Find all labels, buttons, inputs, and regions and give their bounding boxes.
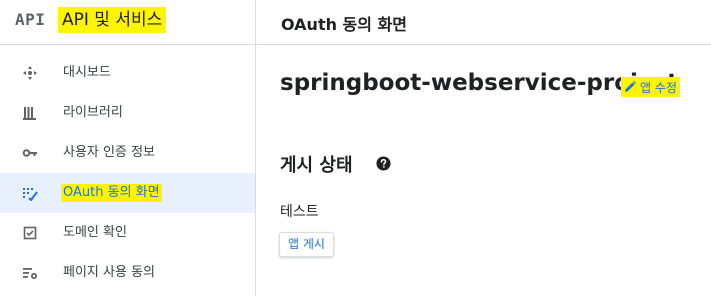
consent-icon (22, 185, 38, 201)
sidebar-item-label: 도메인 확인 (63, 225, 127, 240)
dashboard-icon (22, 65, 38, 81)
main-header: OAuth 동의 화면 (257, 0, 711, 45)
pencil-icon (625, 81, 636, 92)
sidebar-item-label: 페이지 사용 동의 (63, 265, 155, 280)
sidebar-item-label: OAuth 동의 화면 (61, 184, 162, 202)
sidebar-item-page-usage-agreement[interactable]: 페이지 사용 동의 (0, 253, 255, 293)
project-name: springboot-webservice-project (280, 70, 679, 96)
sidebar-nav: 대시보드 라이브러리 사용자 인증 정보 OAuth 동의 화면 도메인 확인 (0, 53, 255, 293)
library-icon (22, 105, 38, 121)
help-icon[interactable] (376, 156, 391, 171)
domain-check-icon (22, 225, 38, 241)
sidebar-item-library[interactable]: 라이브러리 (0, 93, 255, 133)
sidebar-item-label: 라이브러리 (63, 105, 123, 120)
sidebar-title: API 및 서비스 (58, 7, 167, 33)
edit-app-label: 앱 수정 (640, 80, 677, 95)
key-icon (22, 145, 38, 161)
page-title: OAuth 동의 화면 (281, 15, 408, 34)
publish-app-button[interactable]: 앱 게시 (279, 232, 334, 257)
settings-list-icon (22, 265, 38, 281)
sidebar-item-dashboard[interactable]: 대시보드 (0, 53, 255, 93)
publishing-status-value: 테스트 (280, 204, 319, 220)
sidebar-item-domain-verification[interactable]: 도메인 확인 (0, 213, 255, 253)
sidebar-header: API API 및 서비스 (0, 0, 255, 45)
sidebar-item-credentials[interactable]: 사용자 인증 정보 (0, 133, 255, 173)
sidebar-item-label: 사용자 인증 정보 (63, 145, 155, 160)
sidebar-item-label: 대시보드 (63, 65, 111, 80)
sidebar: API API 및 서비스 대시보드 라이브러리 사용자 인증 정보 OAuth… (0, 0, 256, 296)
edit-app-button[interactable]: 앱 수정 (621, 77, 680, 97)
api-logo[interactable]: API (15, 10, 45, 29)
sidebar-item-oauth-consent[interactable]: OAuth 동의 화면 (0, 173, 255, 213)
publishing-status-title: 게시 상태 (280, 155, 353, 176)
